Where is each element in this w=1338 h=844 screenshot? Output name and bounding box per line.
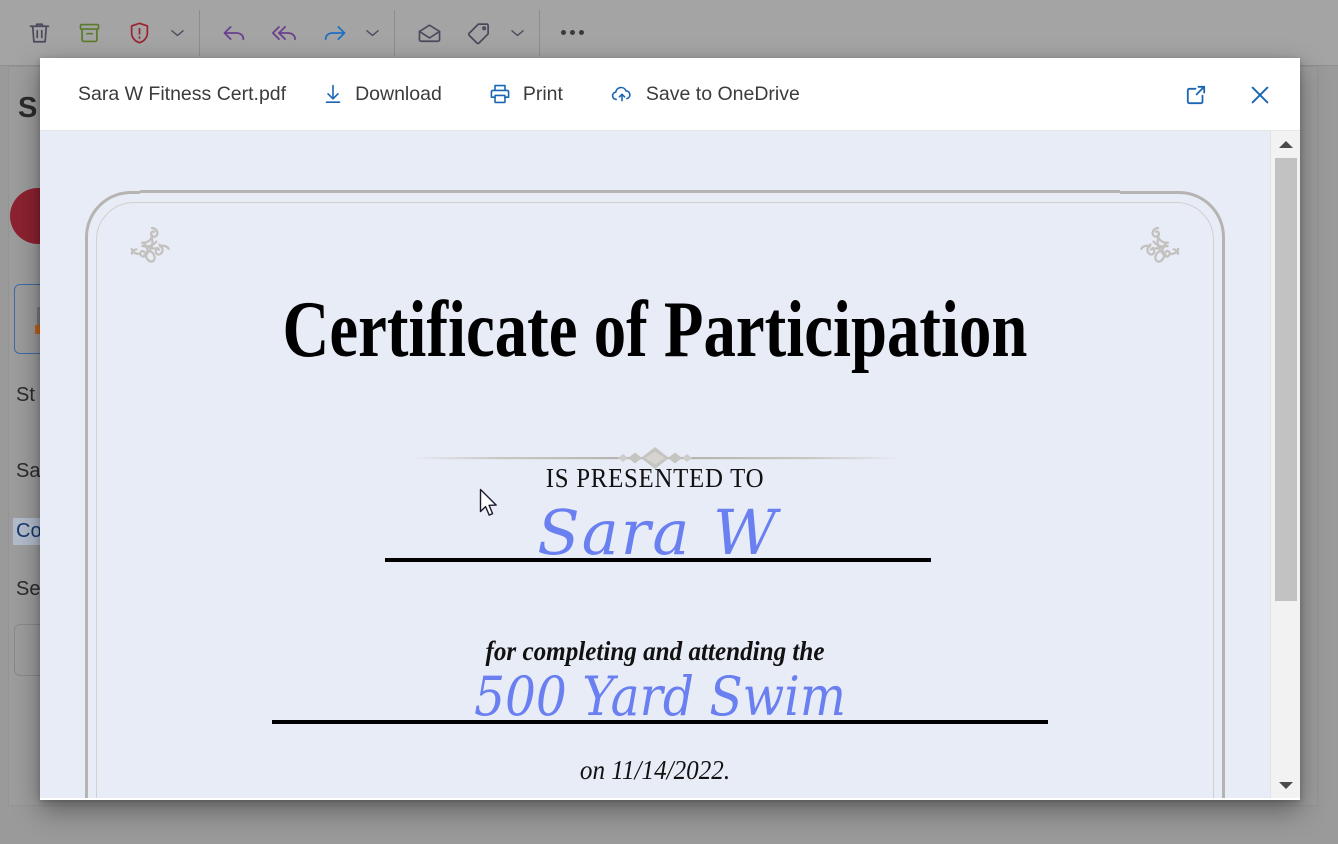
- print-icon: [488, 82, 512, 106]
- forward-icon[interactable]: [309, 9, 359, 57]
- list-item[interactable]: Se: [16, 578, 40, 601]
- close-icon[interactable]: [1238, 73, 1282, 117]
- certificate-title: Certificate of Participation: [282, 284, 1028, 374]
- scroll-thumb[interactable]: [1275, 158, 1297, 601]
- screen: S St Sa Co Se Sara W Fitness Cert.pdf Do…: [0, 0, 1338, 844]
- scroll-up-arrow-icon[interactable]: [1271, 133, 1300, 155]
- tag-caret-icon[interactable]: [504, 9, 530, 57]
- corner-flourish-icon: [1106, 219, 1184, 297]
- toolbar-divider: [394, 9, 395, 56]
- download-label: Download: [355, 82, 442, 105]
- toolbar-divider: [199, 9, 200, 56]
- pdf-vertical-scrollbar[interactable]: [1270, 131, 1300, 798]
- report-junk-caret-icon[interactable]: [164, 9, 190, 57]
- delete-icon[interactable]: [14, 9, 64, 57]
- report-junk-icon[interactable]: [114, 9, 164, 57]
- pdf-viewer-header: Sara W Fitness Cert.pdf Download Print S…: [40, 58, 1300, 131]
- download-icon: [322, 82, 344, 106]
- save-to-onedrive-icon: [609, 82, 635, 106]
- certificate-border-top-rail-inner: [152, 202, 1108, 203]
- mail-toolbar: [0, 0, 1338, 66]
- recipient-name: Sara W: [537, 496, 779, 569]
- mark-unread-icon[interactable]: [404, 9, 454, 57]
- archive-icon[interactable]: [64, 9, 114, 57]
- save-to-onedrive-button[interactable]: Save to OneDrive: [599, 76, 810, 112]
- toolbar-divider: [539, 9, 540, 56]
- date-line: on 11/14/2022.: [579, 755, 731, 785]
- corner-flourish-icon: [126, 219, 204, 297]
- reason-text: for completing and attending the: [485, 636, 825, 666]
- mail-subject: S: [18, 92, 38, 124]
- save-to-onedrive-label: Save to OneDrive: [645, 82, 800, 105]
- list-item[interactable]: St: [16, 384, 35, 407]
- recipient-block: Sara W: [385, 496, 931, 569]
- certificate-page: Certificate of Participation IS PRESENTE…: [40, 131, 1270, 798]
- presented-to-label: IS PRESENTED TO: [545, 463, 765, 493]
- list-item[interactable]: Sa: [16, 460, 40, 483]
- open-in-new-window-icon[interactable]: [1174, 73, 1218, 117]
- pdf-filename: Sara W Fitness Cert.pdf: [78, 82, 287, 105]
- forward-caret-icon[interactable]: [359, 9, 385, 57]
- dialog-window-controls: [1174, 58, 1282, 131]
- more-options-icon[interactable]: [549, 9, 595, 57]
- download-button[interactable]: Download: [312, 76, 452, 112]
- pdf-preview-dialog: Sara W Fitness Cert.pdf Download Print S…: [40, 58, 1300, 798]
- print-button[interactable]: Print: [478, 76, 573, 112]
- print-label: Print: [522, 82, 563, 105]
- reply-all-icon[interactable]: [259, 9, 309, 57]
- tag-icon[interactable]: [454, 9, 504, 57]
- event-block: 500 Yard Swim: [272, 665, 1048, 728]
- certificate-border-top-rail: [140, 190, 1120, 193]
- scroll-down-arrow-icon[interactable]: [1271, 774, 1300, 796]
- pdf-viewport: Certificate of Participation IS PRESENTE…: [40, 131, 1300, 798]
- reply-icon[interactable]: [209, 9, 259, 57]
- event-name: 500 Yard Swim: [474, 665, 846, 728]
